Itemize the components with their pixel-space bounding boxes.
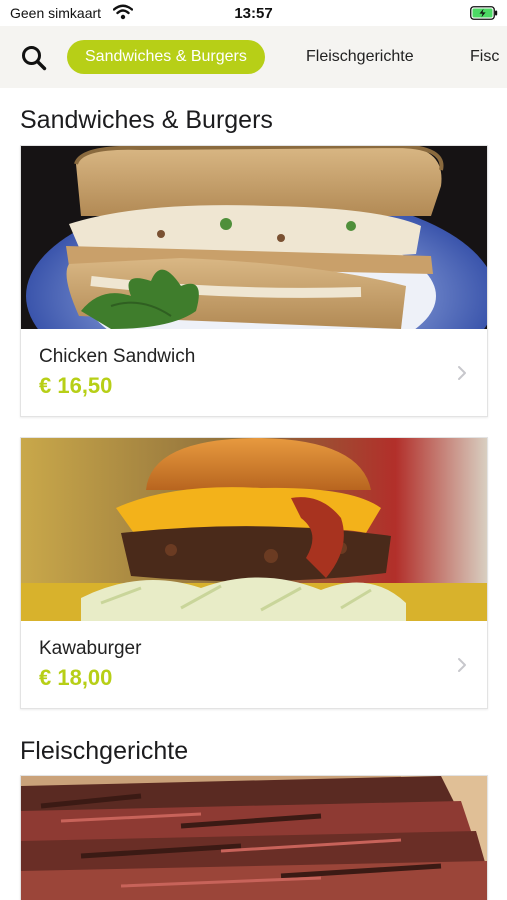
search-icon[interactable] bbox=[18, 42, 50, 74]
steak-photo bbox=[21, 776, 487, 900]
menu-item-card[interactable]: Kawaburger € 18,00 bbox=[20, 437, 488, 709]
status-bar: Geen simkaart 13:57 bbox=[0, 0, 507, 26]
kawaburger-photo bbox=[21, 438, 487, 621]
menu-item-name: Chicken Sandwich bbox=[39, 346, 196, 367]
clock: 13:57 bbox=[234, 5, 273, 22]
menu-item-info: Kawaburger € 18,00 bbox=[21, 621, 487, 708]
section-title-fleischgerichte: Fleischgerichte bbox=[20, 737, 189, 765]
menu-item-info: Chicken Sandwich € 16,50 bbox=[21, 329, 487, 416]
menu-item-price: € 18,00 bbox=[39, 665, 113, 690]
chicken-sandwich-photo bbox=[21, 146, 487, 329]
category-tab-fleischgerichte[interactable]: Fleischgerichte bbox=[306, 40, 414, 74]
menu-item-name: Kawaburger bbox=[39, 638, 142, 659]
menu-item-card[interactable]: Chicken Sandwich € 16,50 bbox=[20, 145, 488, 417]
menu-item-price: € 16,50 bbox=[39, 373, 113, 398]
battery-charging-icon bbox=[470, 6, 498, 20]
category-nav: Sandwiches & Burgers Fleischgerichte Fis… bbox=[0, 26, 507, 88]
category-tab-fisc[interactable]: Fisc bbox=[470, 40, 499, 74]
section-title-sandwiches-burgers: Sandwiches & Burgers bbox=[20, 106, 273, 134]
category-tab-sandwiches-burgers[interactable]: Sandwiches & Burgers bbox=[67, 40, 265, 74]
menu-item-card[interactable] bbox=[20, 775, 488, 900]
chevron-right-icon bbox=[458, 366, 466, 380]
chevron-right-icon bbox=[458, 658, 466, 672]
